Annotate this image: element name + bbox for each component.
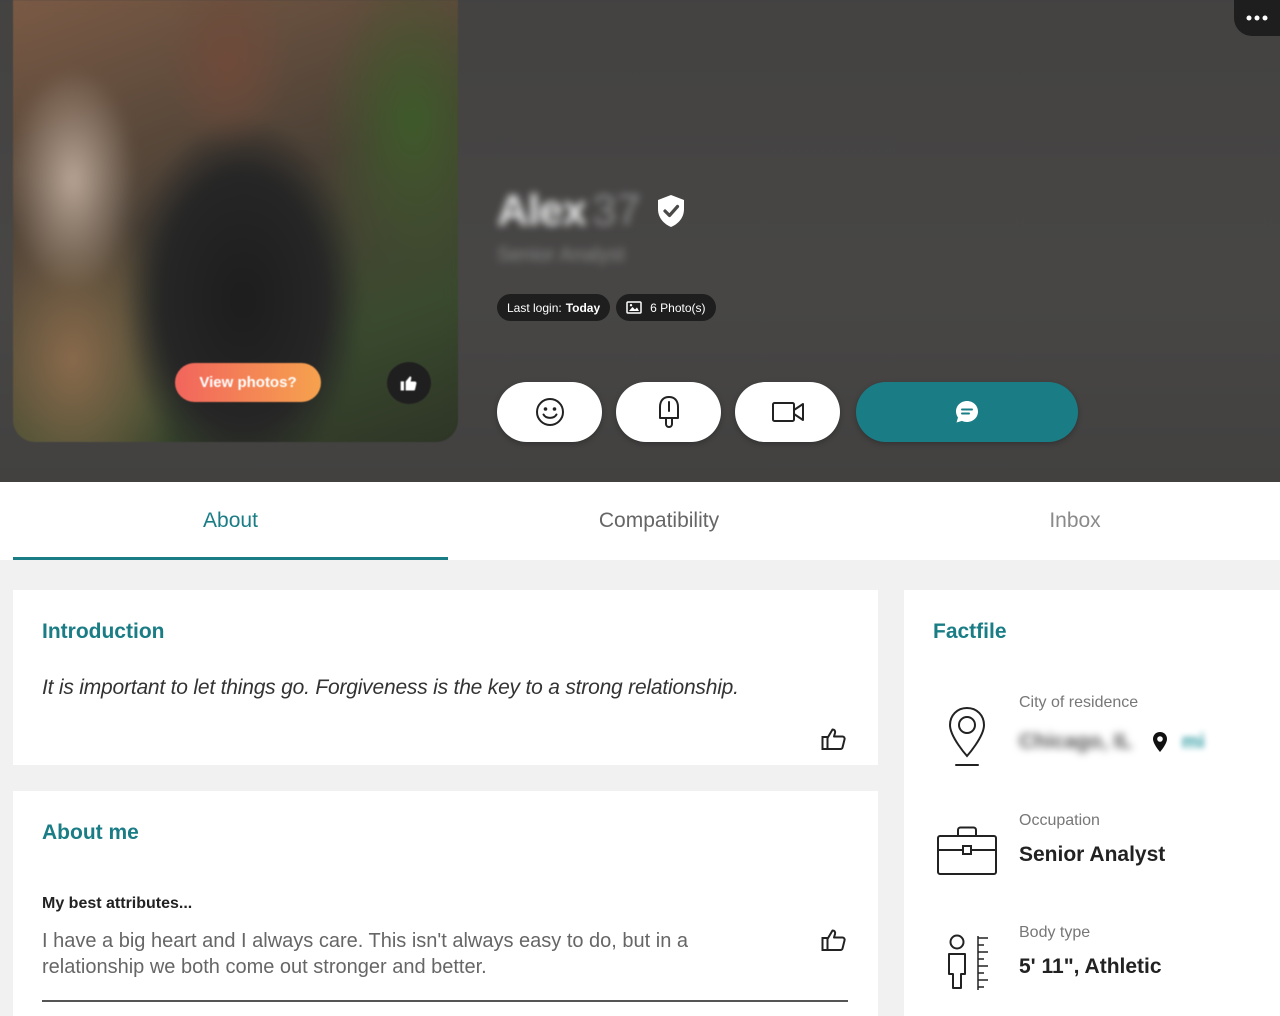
profile-age: 37 — [591, 186, 641, 235]
about-me-title: About me — [42, 821, 139, 844]
occupation-value: Senior Analyst — [1019, 843, 1166, 866]
city-label: City of residence — [1019, 694, 1139, 711]
send-message-button[interactable] — [856, 382, 1078, 442]
distance-value: mi — [1181, 731, 1205, 753]
profile-photo[interactable]: View photos? — [13, 0, 458, 442]
like-attributes-button[interactable] — [819, 926, 849, 954]
thumbs-up-icon — [821, 728, 846, 750]
smile-icon — [535, 398, 564, 426]
photos-count-label: 6 Photo(s) — [650, 300, 706, 315]
introduction-title: Introduction — [42, 620, 165, 643]
tab-label: Compatibility — [598, 509, 720, 532]
tab-about[interactable]: About — [13, 482, 448, 560]
factfile-card: Factfile City of residence Chicago, IL m… — [904, 590, 1280, 1016]
video-camera-icon — [771, 402, 804, 422]
best-attributes-text: I have a big heart and I always care. Th… — [42, 930, 689, 978]
action-buttons — [497, 382, 1078, 442]
photos-count-badge[interactable]: 6 Photo(s) — [616, 294, 716, 321]
profile-tabs: About Compatibility Inbox — [0, 482, 1280, 560]
tab-label: Inbox — [1049, 509, 1101, 532]
image-icon — [626, 301, 642, 314]
last-login-value: Today — [565, 300, 601, 315]
best-attributes-heading: My best attributes... — [42, 895, 193, 912]
more-options-button[interactable] — [1234, 0, 1280, 36]
tab-inbox[interactable]: Inbox — [870, 482, 1280, 560]
active-tab-indicator — [13, 557, 448, 560]
profile-job-title: Senior Analyst — [497, 244, 625, 266]
profile-header: View photos? Alex 37 Senior Analyst Last… — [0, 0, 1280, 482]
body-type-label: Body type — [1019, 924, 1091, 941]
ice-breaker-button[interactable] — [616, 382, 721, 442]
name-row: Alex 37 — [497, 186, 687, 236]
city-value-wrap: Chicago, IL mi — [1019, 730, 1205, 754]
briefcase-icon — [937, 826, 997, 875]
smile-button[interactable] — [497, 382, 602, 442]
about-me-card: About me My best attributes... I have a … — [13, 791, 878, 1016]
ice-lolly-icon — [658, 396, 679, 429]
introduction-card: Introduction It is important to let thin… — [13, 590, 878, 765]
body-type-value: 5' 11", Athletic — [1019, 955, 1162, 978]
tab-label: About — [203, 509, 258, 532]
chat-icon — [956, 401, 978, 423]
city-value: Chicago, IL — [1019, 730, 1132, 753]
section-divider — [42, 1000, 848, 1002]
tab-compatibility[interactable]: Compatibility — [448, 482, 870, 560]
map-pin-icon — [948, 706, 986, 766]
thumbs-up-icon — [400, 376, 417, 391]
last-login-badge: Last login: Today — [497, 294, 611, 321]
introduction-text: It is important to let things go. Forgiv… — [42, 676, 739, 699]
profile-meta-pills: Last login: Today 6 Photo(s) — [497, 294, 716, 321]
occupation-label: Occupation — [1019, 812, 1100, 829]
like-photo-button[interactable] — [387, 362, 431, 404]
verified-shield-icon — [657, 195, 684, 227]
location-pin-icon — [1152, 732, 1167, 753]
height-icon — [948, 934, 988, 990]
video-call-button[interactable] — [735, 382, 840, 442]
more-icon — [1246, 15, 1268, 21]
profile-name: Alex — [497, 186, 587, 235]
factfile-title: Factfile — [933, 620, 1007, 643]
like-introduction-button[interactable] — [819, 725, 849, 753]
view-photos-button[interactable]: View photos? — [175, 363, 321, 402]
last-login-label: Last login: — [507, 300, 562, 315]
thumbs-up-icon — [821, 929, 846, 951]
